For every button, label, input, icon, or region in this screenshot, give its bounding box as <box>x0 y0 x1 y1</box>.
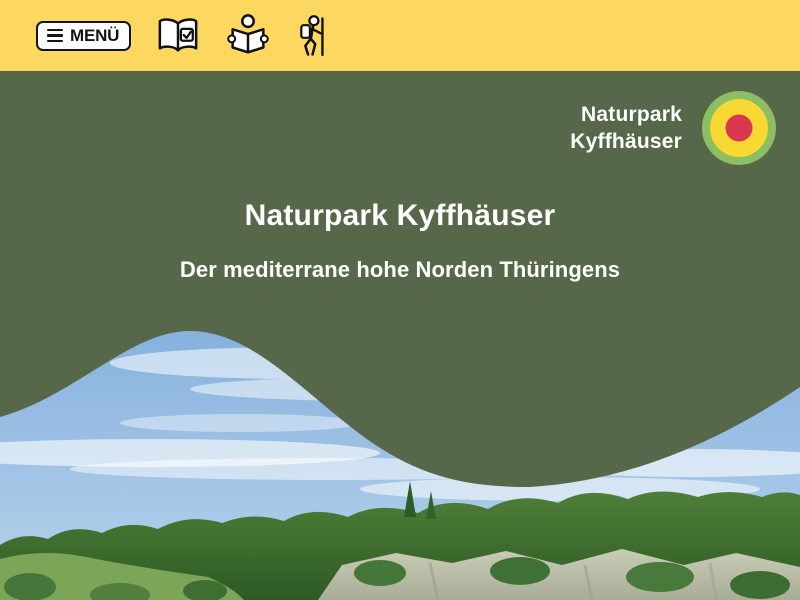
page: MENÜ <box>0 0 800 600</box>
hiker-icon-svg <box>295 13 331 59</box>
topbar: MENÜ <box>0 0 800 71</box>
open-book-check-icon[interactable] <box>155 12 201 60</box>
hiker-icon[interactable] <box>295 12 331 60</box>
person-reading-icon-svg <box>225 13 271 59</box>
menu-button[interactable]: MENÜ <box>36 21 131 51</box>
hero: Naturpark Kyffhäuser Naturpark Kyffhäuse… <box>0 71 800 600</box>
hamburger-icon <box>47 29 63 43</box>
logo-mark-icon <box>702 91 776 165</box>
logo-text-line2: Kyffhäuser <box>570 128 682 155</box>
logo-text: Naturpark Kyffhäuser <box>570 101 682 155</box>
menu-button-label: MENÜ <box>70 27 119 44</box>
open-book-check-icon-svg <box>155 15 201 57</box>
site-logo[interactable]: Naturpark Kyffhäuser <box>570 91 776 165</box>
page-title: Naturpark Kyffhäuser <box>0 199 800 233</box>
logo-text-line1: Naturpark <box>570 101 682 128</box>
page-subtitle: Der mediterrane hohe Norden Thüringens <box>0 257 800 283</box>
person-reading-icon[interactable] <box>225 12 271 60</box>
